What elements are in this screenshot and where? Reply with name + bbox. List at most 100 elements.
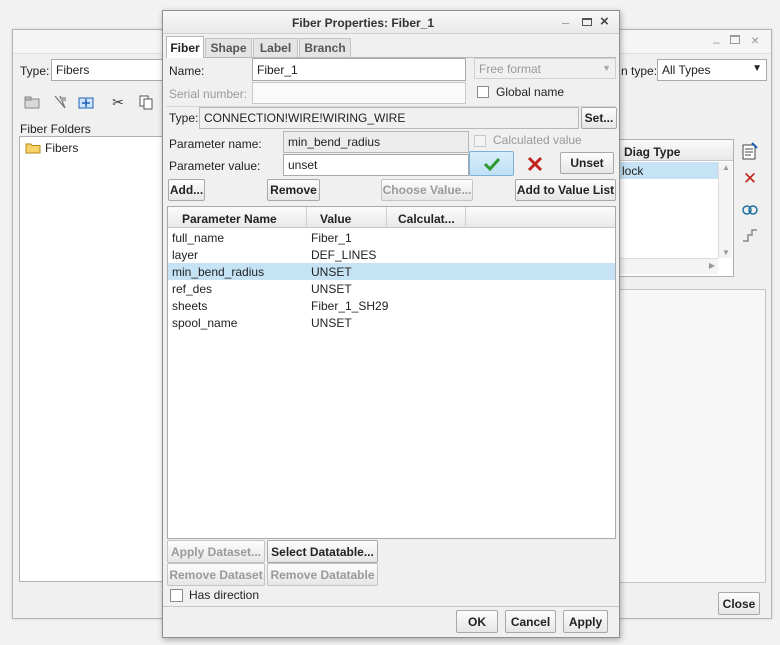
type-label: Type: [169, 111, 199, 125]
row-name: full_name [172, 231, 225, 245]
row-value: UNSET [311, 265, 352, 279]
cancel-button[interactable]: Cancel [505, 610, 556, 633]
row-value: Fiber_1 [311, 231, 352, 245]
dialog-title-bar[interactable]: Fiber Properties: Fiber_1 – × [163, 11, 619, 34]
global-name-checkbox[interactable] [477, 86, 489, 98]
bg-type-value: Fibers [56, 63, 90, 77]
row-value: DEF_LINES [311, 248, 377, 262]
choose-value-button[interactable]: Choose Value... [381, 179, 473, 201]
diag-type-header[interactable]: Diag Type [618, 140, 733, 161]
add-to-value-list-button[interactable]: Add to Value List [515, 179, 616, 201]
apply-dataset-button[interactable]: Apply Dataset... [167, 540, 265, 563]
type-value: CONNECTION!WIRE!WIRING_WIRE [204, 111, 406, 125]
column-header-value[interactable]: Value [308, 207, 387, 228]
diag-type-header-label: Diag Type [624, 145, 681, 159]
cut-icon[interactable]: ✂ [109, 93, 127, 111]
has-direction-checkbox[interactable] [170, 589, 183, 602]
apply-button[interactable]: Apply [563, 610, 608, 633]
minimize-icon[interactable]: – [562, 15, 569, 30]
column-header-name[interactable]: Parameter Name [168, 207, 307, 228]
ok-button[interactable]: OK [456, 610, 498, 633]
add-parameter-button[interactable]: Add... [168, 179, 205, 201]
tab-fiber[interactable]: Fiber [166, 36, 204, 58]
fiber-folders-tree[interactable]: Fibers [19, 136, 165, 582]
type-input: CONNECTION!WIRE!WIRING_WIRE [199, 107, 579, 129]
serial-input[interactable] [252, 82, 466, 104]
row-name: layer [172, 248, 199, 262]
diag-horizontal-scrollbar[interactable]: ▶ [618, 258, 718, 274]
remove-dataset-button[interactable]: Remove Dataset [167, 563, 265, 586]
accept-value-button[interactable] [469, 151, 514, 176]
cross-icon [527, 156, 543, 172]
set-type-button[interactable]: Set... [581, 107, 617, 129]
tree-item-fibers[interactable]: Fibers [25, 141, 78, 155]
delete-icon[interactable]: ✕ [741, 169, 759, 188]
split-icon[interactable] [51, 93, 69, 111]
bg-filter-select[interactable]: All Types ▼ [657, 59, 767, 81]
scroll-down-icon[interactable]: ▼ [722, 248, 730, 257]
table-row[interactable]: ref_des UNSET [168, 280, 615, 297]
scroll-right-icon[interactable]: ▶ [709, 261, 715, 270]
diag-row-value: lock [622, 164, 644, 178]
bg-type-select[interactable]: Fibers [51, 59, 163, 81]
parameter-table[interactable]: Parameter Name Value Calculat... full_na… [167, 206, 616, 539]
checkmark-icon [483, 157, 500, 171]
diag-vertical-scrollbar[interactable]: ▲ ▼ [718, 162, 732, 258]
has-direction-label: Has direction [189, 588, 260, 602]
bg-close-button[interactable]: Close [718, 592, 760, 615]
folder-icon [25, 143, 41, 154]
select-box-icon[interactable] [77, 93, 95, 111]
tab-shape[interactable]: Shape [205, 38, 252, 57]
format-select[interactable]: Free format ▼ [474, 58, 616, 79]
param-value-input[interactable]: unset [283, 154, 469, 176]
minimize-icon[interactable]: – [713, 35, 720, 49]
name-label: Name: [169, 64, 205, 78]
footer-divider [163, 606, 619, 607]
param-value-value: unset [288, 158, 318, 172]
table-row[interactable]: full_name Fiber_1 [168, 229, 615, 246]
diag-row[interactable]: lock [618, 162, 718, 179]
tab-label[interactable]: Label [253, 38, 298, 57]
tab-shape-label: Shape [210, 41, 247, 55]
name-input[interactable]: Fiber_1 [252, 58, 466, 81]
column-header-value-label: Value [320, 212, 352, 226]
step-icon[interactable] [741, 226, 759, 244]
table-row[interactable]: sheets Fiber_1_SH29 [168, 297, 615, 314]
bg-lower-panel [617, 289, 766, 583]
row-name: sheets [172, 299, 208, 313]
tab-label-label: Label [259, 41, 292, 55]
table-row-selected[interactable]: min_bend_radius UNSET [168, 263, 615, 280]
param-name-value: min_bend_radius [288, 135, 381, 149]
row-value: UNSET [311, 282, 352, 296]
column-header-calculated[interactable]: Calculat... [388, 207, 466, 228]
folder-open-icon[interactable] [23, 93, 41, 111]
table-row[interactable]: spool_name UNSET [168, 314, 615, 331]
properties-icon[interactable] [741, 142, 759, 160]
name-value: Fiber_1 [257, 62, 298, 77]
scroll-up-icon[interactable]: ▲ [722, 163, 730, 172]
bg-filter-label: n type: [621, 64, 658, 78]
reject-value-button[interactable] [523, 152, 547, 176]
column-header-calculated-label: Calculat... [398, 212, 455, 226]
calculated-value-checkbox[interactable] [474, 135, 486, 147]
dialog-title: Fiber Properties: Fiber_1 [291, 16, 435, 30]
search-icon[interactable] [741, 202, 759, 220]
bg-filter-value: All Types [662, 63, 711, 77]
close-icon[interactable]: × [600, 13, 609, 30]
select-datatable-button[interactable]: Select Datatable... [267, 540, 378, 563]
param-value-label: Parameter value: [169, 159, 261, 173]
copy-icon[interactable] [137, 93, 155, 111]
unset-button[interactable]: Unset [560, 152, 614, 174]
serial-label: Serial number: [169, 87, 248, 101]
chevron-down-icon: ▼ [602, 63, 611, 73]
row-value: UNSET [311, 316, 352, 330]
diag-list[interactable]: Diag Type lock ▲ ▼ ▶ [617, 139, 734, 277]
maximize-icon[interactable] [582, 18, 592, 26]
param-name-input: min_bend_radius [283, 131, 469, 153]
remove-datatable-button[interactable]: Remove Datatable [267, 563, 378, 586]
remove-parameter-button[interactable]: Remove [267, 179, 320, 201]
maximize-icon[interactable] [730, 35, 740, 44]
close-icon[interactable]: × [751, 32, 759, 48]
table-row[interactable]: layer DEF_LINES [168, 246, 615, 263]
tab-branch[interactable]: Branch [299, 38, 351, 57]
